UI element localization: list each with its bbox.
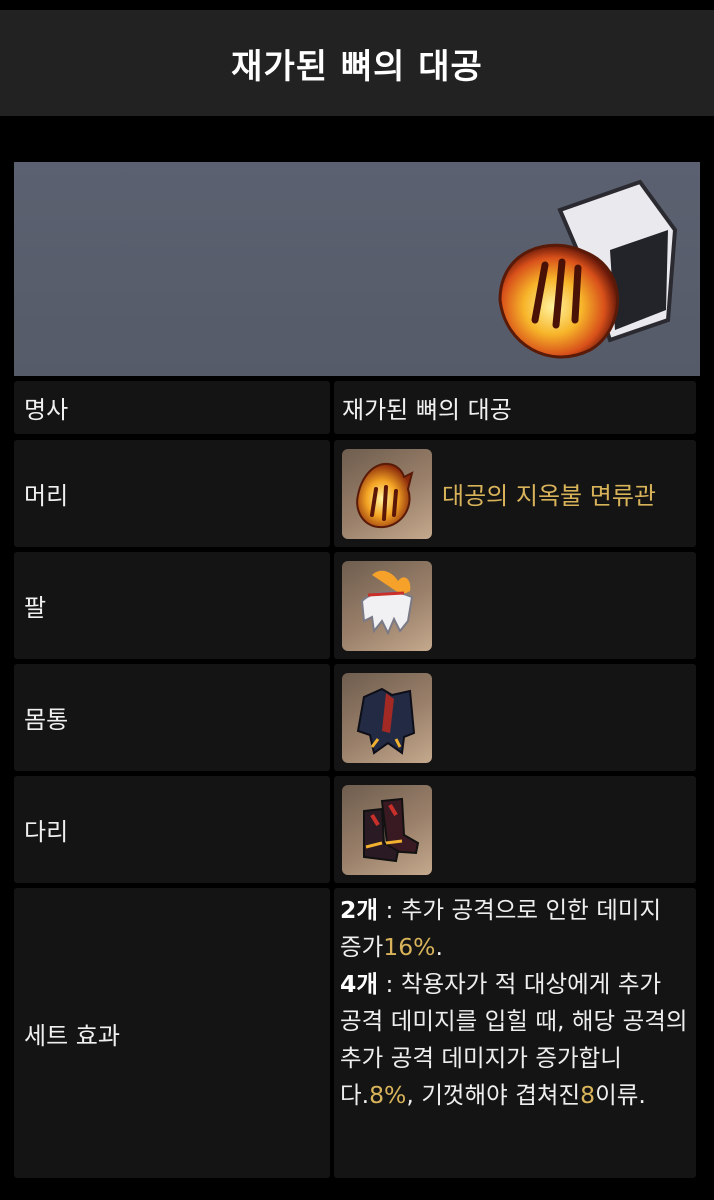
row-label: 명사 xyxy=(24,396,69,424)
effect-value: 8% xyxy=(369,1081,407,1109)
boots-icon[interactable] xyxy=(342,784,432,875)
set-effect-text: 2개 : 추가 공격으로 인한 데미지 증가16%. 4개 : 착용자가 적 대… xyxy=(334,888,696,1114)
value-cell-body xyxy=(334,664,696,771)
page-title: 재가된 뼈의 대공 xyxy=(231,46,483,87)
effect-count-2: 2개 xyxy=(340,896,378,924)
gloves-icon[interactable] xyxy=(342,560,432,651)
effect-value: 8 xyxy=(580,1081,596,1109)
label-cell-name: 명사 xyxy=(14,381,330,434)
row-label: 다리 xyxy=(24,818,69,846)
page-header: 재가된 뼈의 대공 xyxy=(0,10,714,116)
effect-count-4: 4개 xyxy=(340,970,378,998)
row-label: 머리 xyxy=(24,482,69,510)
set-name-value: 재가된 뼈의 대공 xyxy=(342,396,512,424)
effect-value: 16% xyxy=(383,933,436,961)
label-cell-body: 몸통 xyxy=(14,664,330,771)
effect-text: , 기껏해야 겹쳐진 xyxy=(406,1081,581,1109)
label-cell-arms: 팔 xyxy=(14,552,330,659)
label-cell-head: 머리 xyxy=(14,440,330,547)
row-label: 몸통 xyxy=(24,706,69,734)
label-cell-legs: 다리 xyxy=(14,776,330,883)
value-cell-head: 대공의 지옥불 면류관 xyxy=(334,440,696,547)
relic-set-icon xyxy=(498,179,678,359)
value-cell-name: 재가된 뼈의 대공 xyxy=(334,381,696,434)
value-cell-legs xyxy=(334,776,696,883)
coat-icon[interactable] xyxy=(342,672,432,763)
row-label: 세트 효과 xyxy=(24,1021,120,1050)
value-cell-set-effect: 2개 : 추가 공격으로 인한 데미지 증가16%. 4개 : 착용자가 적 대… xyxy=(334,888,696,1178)
crown-icon[interactable] xyxy=(342,448,432,539)
value-cell-arms xyxy=(334,552,696,659)
row-label: 팔 xyxy=(24,594,47,622)
effect-text: 이류. xyxy=(595,1081,646,1109)
effect-text: . xyxy=(435,933,443,961)
label-cell-set-effect: 세트 효과 xyxy=(14,888,330,1178)
set-banner xyxy=(14,162,700,376)
piece-name-head: 대공의 지옥불 면류관 xyxy=(442,482,656,510)
